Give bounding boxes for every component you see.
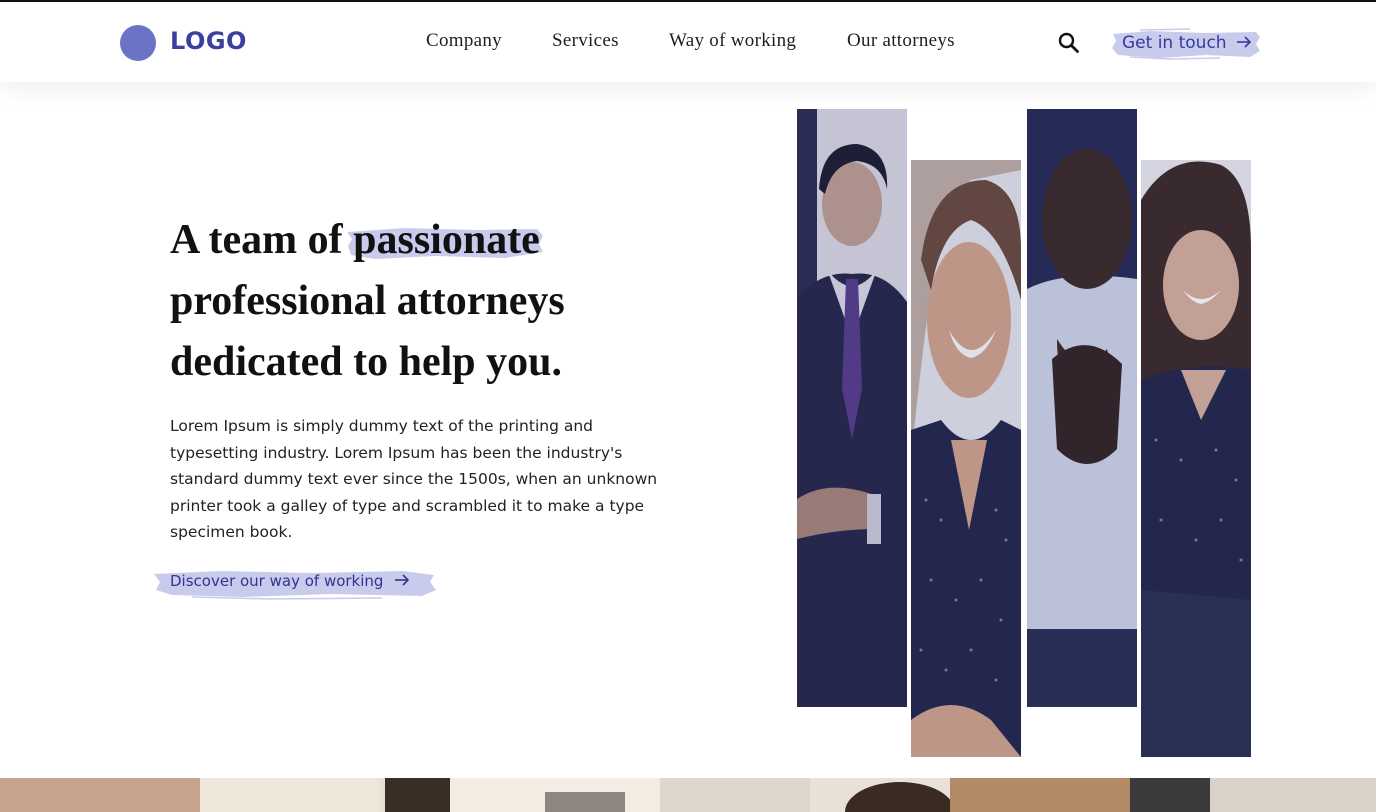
next-section-image [0, 778, 1376, 812]
discover-way-of-working-link[interactable]: Discover our way of working [152, 566, 438, 600]
hero-description: Lorem Ipsum is simply dummy text of the … [170, 417, 658, 541]
nav-company[interactable]: Company [426, 30, 502, 52]
attorney-photo-2 [911, 160, 1021, 757]
nav-way-of-working[interactable]: Way of working [669, 30, 796, 52]
attorney-photo-1 [797, 109, 907, 707]
get-in-touch-button[interactable]: Get in touch [1110, 27, 1262, 61]
arrow-right-icon [395, 574, 410, 586]
nav-our-attorneys[interactable]: Our attorneys [847, 30, 955, 52]
nav-services[interactable]: Services [552, 30, 619, 52]
attorney-photo-3 [1027, 109, 1137, 707]
search-icon [1058, 32, 1079, 53]
hero-title: A team of passionate professional attorne… [170, 210, 730, 393]
search-button[interactable] [1056, 30, 1082, 56]
site-header: LOGO Company Services Way of working Our… [0, 2, 1376, 82]
title-highlight: passionate [347, 210, 544, 271]
cta-label: Get in touch [1122, 33, 1252, 53]
logo-mark[interactable] [120, 25, 156, 61]
discover-label: Discover our way of working [170, 572, 410, 590]
arrow-right-icon [1236, 36, 1252, 48]
logo-text[interactable]: LOGO [170, 27, 247, 55]
attorney-photo-4 [1141, 160, 1251, 757]
